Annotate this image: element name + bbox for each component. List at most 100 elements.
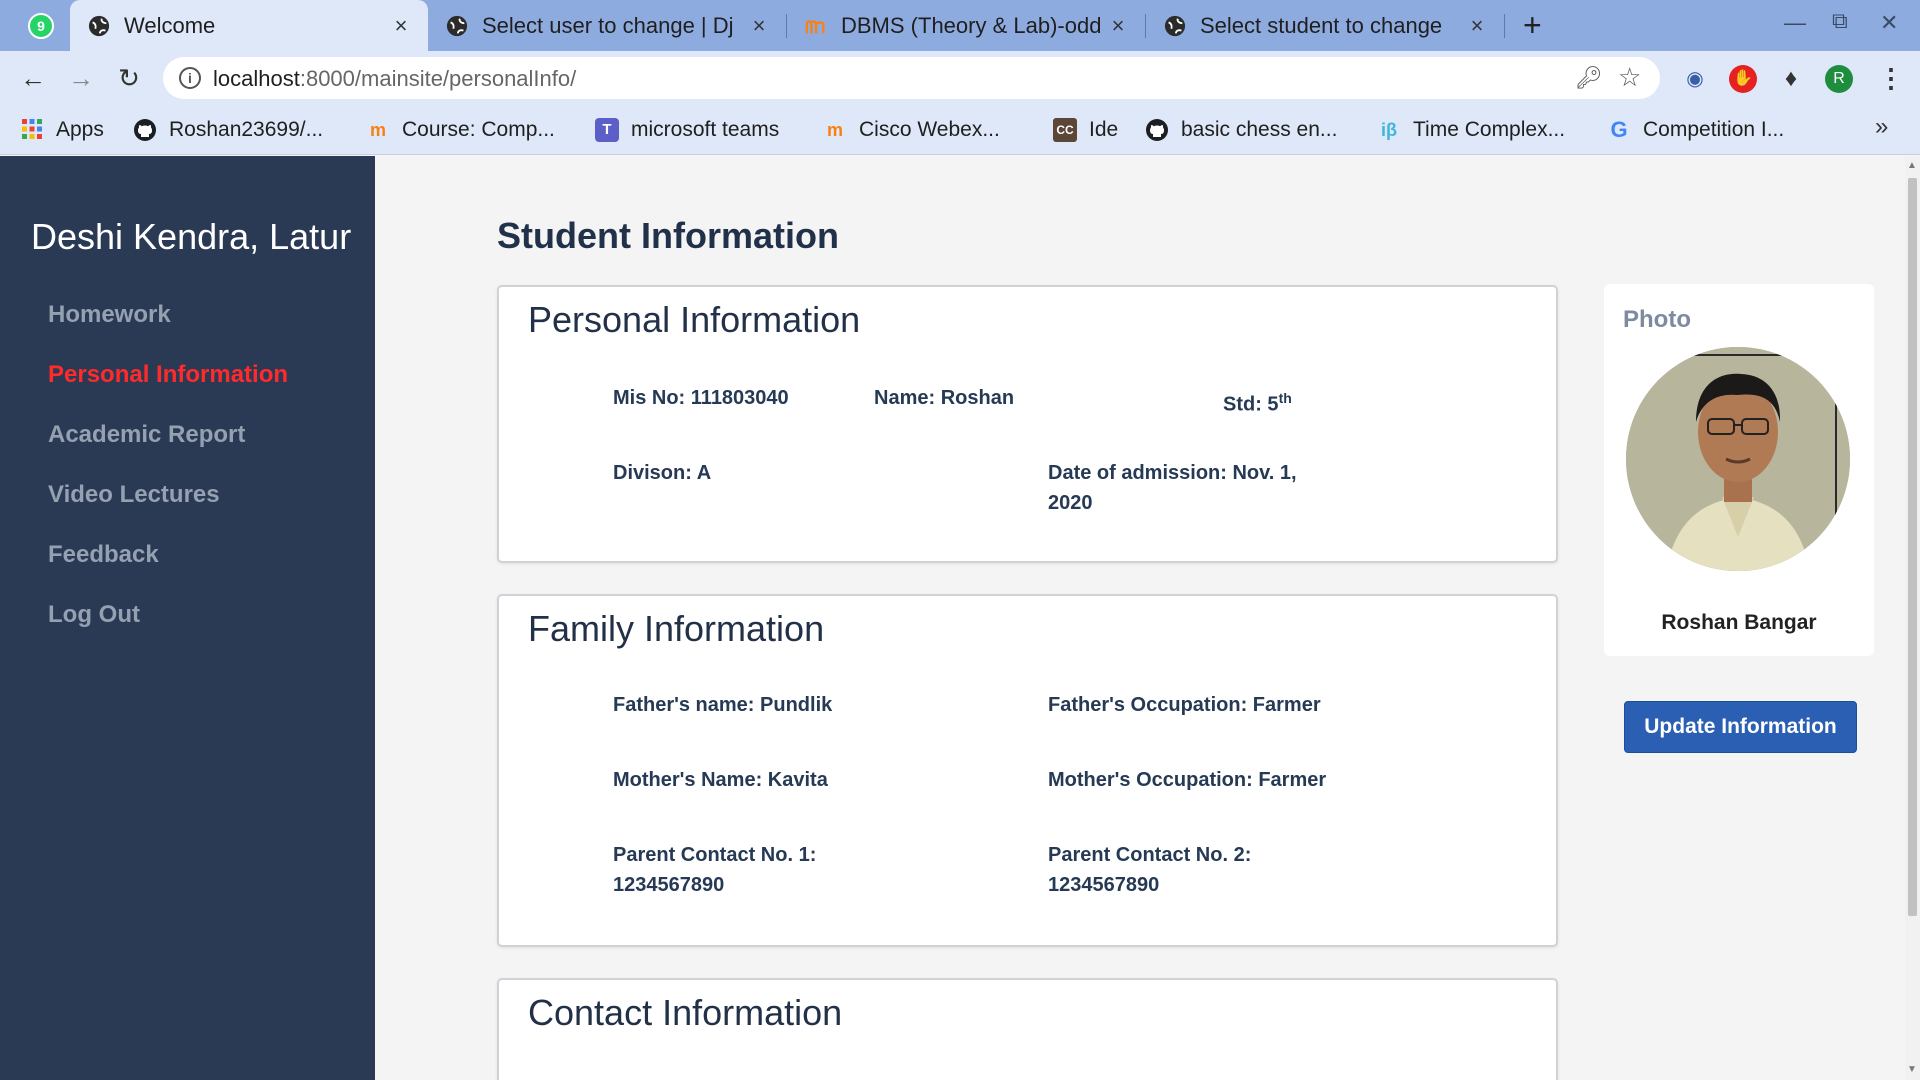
update-information-button[interactable]: Update Information [1624, 701, 1857, 753]
tab-label: Welcome [124, 12, 216, 38]
window-close-icon[interactable]: ✕ [1880, 10, 1898, 36]
minimize-icon[interactable]: — [1784, 10, 1806, 36]
sidebar-item-video-lectures[interactable]: Video Lectures [48, 481, 220, 509]
bookmark-label: Course: Comp... [402, 118, 555, 141]
page-title: Student Information [497, 215, 839, 256]
scroll-up-icon[interactable]: ▲ [1907, 160, 1917, 171]
student-photo [1626, 347, 1850, 571]
extensions-puzzle-icon[interactable]: ♦ [1777, 65, 1805, 93]
tab-close-icon[interactable]: × [1464, 13, 1490, 39]
student-full-name: Roshan Bangar [1661, 611, 1817, 634]
bookmark-label: basic chess en... [1181, 118, 1338, 141]
tab-welcome[interactable]: Welcome × [70, 0, 428, 51]
tab-dbms[interactable]: DBMS (Theory & Lab)-odd × [787, 0, 1145, 51]
bookmark-course[interactable]: m Course: Comp... [366, 115, 555, 145]
tab-label: Select user to change | Dj [482, 12, 734, 38]
url-path: :8000/mainsite/personalInfo/ [299, 66, 577, 91]
card-title: Family Information [528, 608, 825, 649]
tab-close-icon[interactable]: × [1105, 13, 1131, 39]
std-suffix: th [1278, 390, 1292, 406]
github-icon [1145, 118, 1169, 142]
parent-contact-2-value: 1234567890 [1048, 874, 1160, 896]
bookmark-ide[interactable]: CC Ide [1053, 115, 1118, 145]
whatsapp-icon[interactable]: 9 [28, 13, 54, 39]
bookmark-label: microsoft teams [631, 118, 780, 141]
bookmark-label: Apps [56, 118, 104, 141]
admission-date-line2: 2020 [1048, 492, 1093, 514]
tab-close-icon[interactable]: × [746, 13, 772, 39]
bookmark-label: Competition I... [1643, 118, 1785, 141]
bookmarks-bar: Apps Roshan23699/... m Course: Comp... T… [0, 105, 1920, 155]
tab-select-student[interactable]: Select student to change × [1146, 0, 1504, 51]
browser-toolbar: ← → ↻ i localhost:8000/mainsite/personal… [0, 51, 1920, 105]
mother-occupation: Mother's Occupation: Farmer [1048, 769, 1327, 791]
father-name: Father's name: Pundlik [613, 694, 833, 716]
father-occupation: Father's Occupation: Farmer [1048, 694, 1321, 716]
family-info-card: Family Information Father's name: Pundli… [497, 594, 1558, 947]
bookmark-webex[interactable]: m Cisco Webex... [823, 115, 1000, 145]
browser-menu-icon[interactable]: ⋮ [1878, 63, 1904, 94]
parent-contact-1-label: Parent Contact No. 1: [613, 844, 817, 866]
admission-date-line1: Date of admission: Nov. 1, [1048, 462, 1297, 484]
std-value: Std: 5 [1223, 393, 1279, 416]
bookmark-label: Ide [1089, 118, 1119, 141]
page-viewport: Deshi Kendra, Latur Homework Personal In… [0, 156, 1905, 1080]
apps-grid-icon [20, 118, 44, 142]
mother-name: Mother's Name: Kavita [613, 769, 828, 791]
division: Divison: A [613, 462, 712, 484]
personal-info-card: Personal Information Mis No: 111803040 N… [497, 285, 1558, 563]
tab-close-icon[interactable]: × [388, 13, 414, 39]
new-tab-button[interactable]: + [1523, 8, 1542, 42]
url-host: localhost [213, 66, 300, 91]
student-std: Std: 5th [1223, 383, 1292, 420]
address-bar[interactable]: i localhost:8000/mainsite/personalInfo/ … [163, 57, 1660, 99]
tab-select-user[interactable]: Select user to change | Dj × [428, 0, 786, 51]
interviewbit-icon: iβ [1381, 120, 1397, 140]
bookmark-competition[interactable]: G Competition I... [1607, 115, 1784, 145]
bookmark-time-complexity[interactable]: iβ Time Complex... [1377, 115, 1565, 145]
back-icon[interactable]: ← [18, 63, 48, 93]
globe-icon [446, 15, 468, 36]
url-text[interactable]: localhost:8000/mainsite/personalInfo/ [213, 66, 576, 92]
bookmark-chess[interactable]: basic chess en... [1145, 115, 1337, 145]
sidebar-item-academic-report[interactable]: Academic Report [48, 421, 245, 449]
bookmark-label: Time Complex... [1413, 118, 1566, 141]
globe-icon [1164, 15, 1186, 36]
sidebar-item-homework[interactable]: Homework [48, 301, 171, 329]
key-icon[interactable]: 🔑︎ [1575, 65, 1603, 91]
parent-contact-1-value: 1234567890 [613, 874, 725, 896]
teams-icon: T [595, 118, 619, 142]
page-scrollbar[interactable]: ▲ ▼ [1905, 156, 1920, 1080]
bookmark-label: Roshan23699/... [169, 118, 324, 141]
globe-icon [88, 15, 110, 36]
bookmark-apps[interactable]: Apps [20, 115, 104, 145]
sidebar-item-log-out[interactable]: Log Out [48, 601, 140, 629]
bookmark-label: Cisco Webex... [859, 118, 1000, 141]
card-title: Personal Information [528, 299, 861, 340]
bookmark-teams[interactable]: T microsoft teams [595, 115, 779, 145]
scroll-thumb[interactable] [1908, 178, 1917, 916]
parent-contact-2-label: Parent Contact No. 2: [1048, 844, 1252, 866]
sidebar: Deshi Kendra, Latur Homework Personal In… [0, 156, 375, 1080]
moodle-icon: m [826, 120, 843, 140]
restore-icon[interactable]: ⧉ [1832, 8, 1848, 34]
sidebar-item-personal-information[interactable]: Personal Information [48, 361, 288, 389]
sidebar-item-feedback[interactable]: Feedback [48, 541, 159, 569]
bookmark-github-roshan[interactable]: Roshan23699/... [133, 115, 323, 145]
scroll-down-icon[interactable]: ▼ [1907, 1064, 1917, 1075]
github-icon [133, 118, 157, 142]
profile-avatar[interactable]: R [1825, 65, 1853, 93]
reload-icon[interactable]: ↻ [114, 63, 144, 93]
student-name: Name: Roshan [874, 387, 1015, 409]
moodle-icon [805, 19, 825, 33]
photo-card: Photo Roshan Bangar [1604, 284, 1874, 656]
photo-label: Photo [1623, 306, 1691, 333]
forward-icon[interactable]: → [66, 63, 96, 93]
extension-glasses-icon[interactable]: ◉ [1681, 65, 1709, 93]
site-info-icon[interactable]: i [179, 67, 201, 89]
more-bookmarks-button[interactable]: » [1875, 113, 1888, 141]
brand-title: Deshi Kendra, Latur [31, 216, 352, 257]
tab-divider [1504, 14, 1505, 38]
adblock-icon[interactable]: ✋ [1729, 65, 1757, 93]
bookmark-star-icon[interactable]: ☆ [1618, 62, 1641, 93]
